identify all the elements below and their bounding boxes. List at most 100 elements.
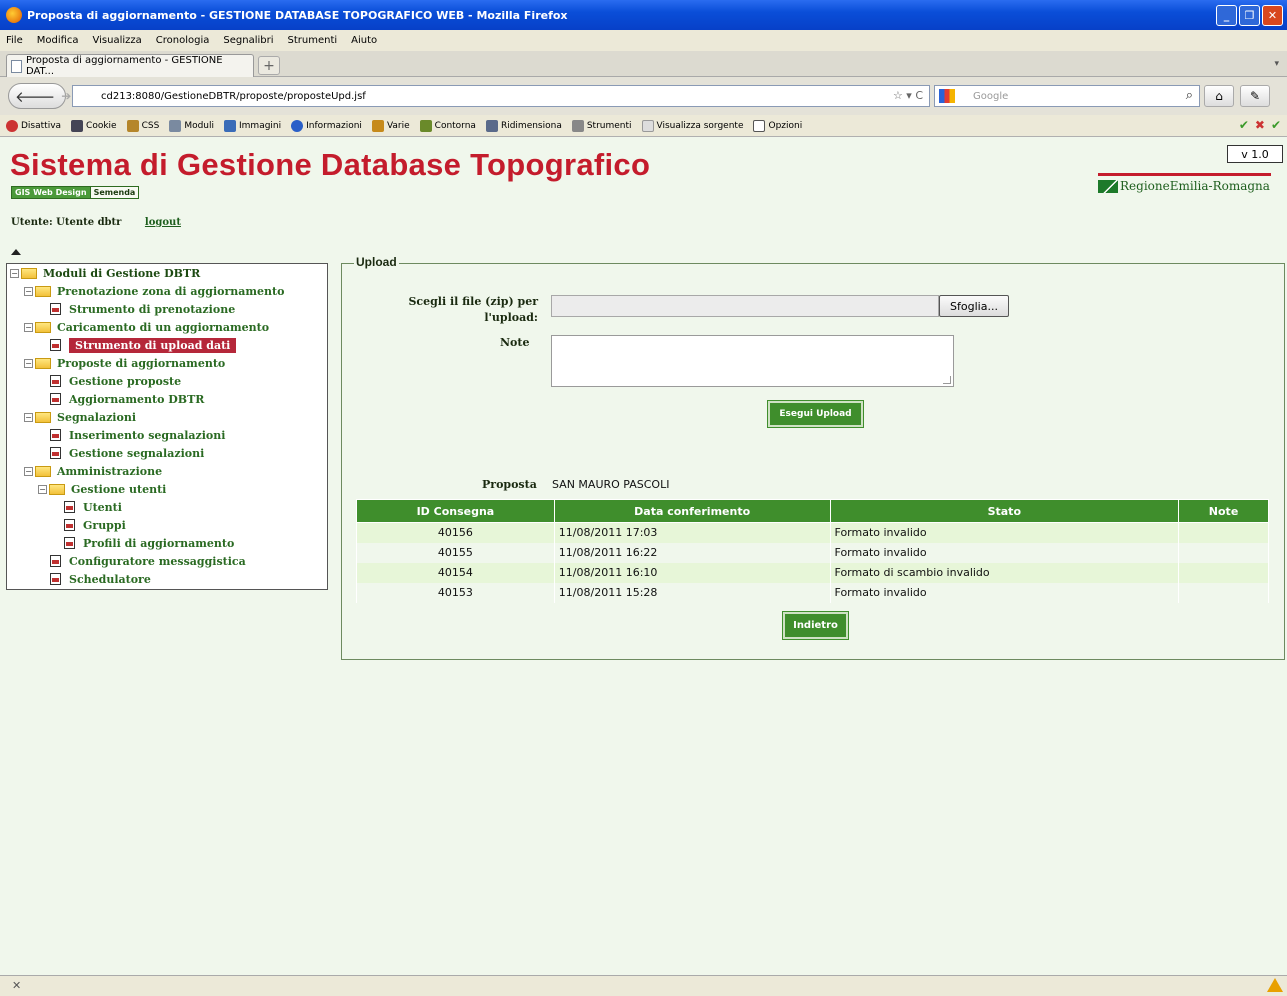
devbar-strumenti[interactable]: Strumenti: [571, 119, 632, 132]
toggle-icon[interactable]: −: [24, 412, 33, 422]
toggle-icon[interactable]: −: [24, 358, 33, 368]
collapse-arrow-icon[interactable]: [11, 249, 21, 255]
resize-grip-icon[interactable]: [943, 376, 951, 384]
devbar-contorna[interactable]: Contorna: [419, 119, 476, 132]
close-findbar-icon[interactable]: ✕: [12, 979, 21, 992]
menu-strumenti[interactable]: Strumenti: [288, 35, 338, 46]
back-forward-buttons[interactable]: 🡐 ➔: [8, 83, 71, 109]
tree-item-gestione-utenti[interactable]: − Gestione utenti: [38, 481, 166, 497]
devbar-opzioni[interactable]: Opzioni: [753, 119, 802, 132]
execute-upload-button[interactable]: Esegui Upload: [767, 400, 864, 428]
warning-icon[interactable]: [1267, 978, 1283, 992]
tree-item-caricamento[interactable]: − Caricamento di un aggiornamento: [24, 319, 269, 335]
tree-item-strumento-prenotazione[interactable]: Strumento di prenotazione: [50, 301, 235, 317]
validation-status: ✔ ✖ ✔: [1239, 118, 1281, 132]
menu-cronologia[interactable]: Cronologia: [156, 35, 210, 46]
table-row[interactable]: 40154 11/08/2011 16:10 Formato di scambi…: [356, 562, 1269, 583]
tree-item-inserimento-segnalazioni[interactable]: Inserimento segnalazioni: [50, 427, 225, 443]
tree-item-gruppi[interactable]: Gruppi: [64, 517, 126, 533]
devbar-ridimensiona[interactable]: Ridimensiona: [485, 119, 562, 132]
devbar-css[interactable]: CSS: [126, 119, 159, 132]
tree-item-gestione-segnalazioni[interactable]: Gestione segnalazioni: [50, 445, 204, 461]
devbar-label: Ridimensiona: [500, 120, 562, 131]
status-bar: ✕: [0, 975, 1287, 996]
toggle-icon[interactable]: −: [24, 322, 33, 332]
tab-proposta[interactable]: Proposta di aggiornamento - GESTIONE DAT…: [6, 54, 254, 77]
toggle-icon[interactable]: −: [10, 268, 19, 278]
minimize-button[interactable]: _: [1216, 5, 1237, 26]
folder-icon: [35, 321, 51, 333]
menu-aiuto[interactable]: Aiuto: [351, 35, 377, 46]
menu-visualizza[interactable]: Visualizza: [93, 35, 142, 46]
tab-list-arrow-icon[interactable]: ▾: [1274, 59, 1279, 69]
devbar-sorgente[interactable]: Visualizza sorgente: [641, 119, 744, 132]
tree-item-segnalazioni[interactable]: − Segnalazioni: [24, 409, 136, 425]
tree-label: Configuratore messaggistica: [69, 554, 246, 568]
logo-divider: [1098, 173, 1271, 176]
devbar-informazioni[interactable]: Informazioni: [291, 119, 362, 132]
logout-link[interactable]: logout: [145, 217, 181, 228]
column-header[interactable]: Note: [1178, 499, 1269, 523]
tree-item-schedulatore[interactable]: Schedulatore: [50, 571, 151, 587]
navigation-tree: − Moduli di Gestione DBTR − Prenotazione z…: [6, 263, 328, 590]
back-button[interactable]: Indietro: [782, 611, 849, 640]
menu-modifica[interactable]: Modifica: [37, 35, 79, 46]
url-text: cd213:8080/GestioneDBTR/proposte/propost…: [101, 90, 366, 102]
error-icon: ✖: [1254, 118, 1265, 132]
tree-item-aggiornamento-dbtr[interactable]: Aggiornamento DBTR: [50, 391, 204, 407]
table-header-row: ID Consegna Data conferimento Stato Note: [356, 499, 1269, 523]
new-tab-button[interactable]: +: [258, 56, 280, 75]
version-badge: v 1.0: [1227, 145, 1283, 163]
devbar-immagini[interactable]: Immagini: [224, 119, 281, 132]
devbar-cookie[interactable]: Cookie: [71, 119, 117, 132]
cell-date: 11/08/2011 16:10: [553, 562, 831, 583]
column-header[interactable]: ID Consegna: [356, 499, 555, 523]
devbar-label: Visualizza sorgente: [656, 120, 744, 131]
search-icon[interactable]: ⌕: [1186, 88, 1193, 103]
tree-item-profili[interactable]: Profili di aggiornamento: [64, 535, 234, 551]
forward-arrow-icon[interactable]: ➔: [61, 89, 71, 103]
cell-id: 40155: [356, 542, 555, 563]
tree-item-proposte[interactable]: − Proposte di aggiornamento: [24, 355, 225, 371]
file-path-input[interactable]: [551, 295, 939, 317]
tree-item-gestione-proposte[interactable]: Gestione proposte: [50, 373, 181, 389]
outline-icon: [419, 119, 432, 132]
region-name: RegioneEmilia-Romagna: [1120, 179, 1270, 193]
column-header[interactable]: Stato: [829, 499, 1180, 523]
addon-icon[interactable]: ✎: [1240, 85, 1270, 107]
toggle-icon[interactable]: −: [38, 484, 47, 494]
home-icon[interactable]: ⌂: [1204, 85, 1234, 107]
tree-item-upload-dati[interactable]: Strumento di upload dati: [50, 337, 237, 353]
tree-item-amministrazione[interactable]: − Amministrazione: [24, 463, 162, 479]
url-bar[interactable]: cd213:8080/GestioneDBTR/proposte/propost…: [72, 85, 930, 107]
devbar-moduli[interactable]: Moduli: [169, 119, 214, 132]
menu-segnalibri[interactable]: Segnalibri: [223, 35, 273, 46]
bookmark-star-icon[interactable]: ☆ ▾ C: [893, 89, 923, 102]
disable-icon: [6, 119, 18, 132]
toggle-icon[interactable]: −: [24, 286, 33, 296]
table-row[interactable]: 40155 11/08/2011 16:22 Formato invalido: [356, 542, 1269, 563]
devbar-disattiva[interactable]: Disattiva: [6, 119, 61, 132]
tree-item-utenti[interactable]: Utenti: [64, 499, 122, 515]
tree-item-configuratore[interactable]: Configuratore messaggistica: [50, 553, 246, 569]
table-row[interactable]: 40153 11/08/2011 15:28 Formato invalido: [356, 582, 1269, 603]
tree-item-prenotazione[interactable]: − Prenotazione zona di aggiornamento: [24, 283, 284, 299]
maximize-button[interactable]: ❐: [1239, 5, 1260, 26]
table-row[interactable]: 40156 11/08/2011 17:03 Formato invalido: [356, 522, 1269, 543]
search-bar[interactable]: Google ⌕: [934, 85, 1200, 107]
note-textarea[interactable]: [551, 335, 954, 387]
browse-button[interactable]: Sfoglia...: [939, 295, 1009, 317]
window-titlebar: Proposta di aggiornamento - GESTIONE DAT…: [0, 0, 1287, 30]
tree-label-selected: Strumento di upload dati: [69, 337, 237, 353]
tree-root[interactable]: − Moduli di Gestione DBTR: [10, 265, 200, 281]
close-window-button[interactable]: ✕: [1262, 5, 1283, 26]
back-arrow-icon[interactable]: 🡐: [15, 87, 55, 106]
tree-label: Inserimento segnalazioni: [69, 428, 226, 442]
devbar-varie[interactable]: Varie: [371, 119, 410, 132]
tree-label: Amministrazione: [57, 464, 163, 478]
menu-file[interactable]: File: [6, 35, 23, 46]
document-icon: [64, 537, 75, 549]
column-header[interactable]: Data conferimento: [553, 499, 831, 523]
toggle-icon[interactable]: −: [24, 466, 33, 476]
tree-label: Gruppi: [83, 518, 126, 532]
